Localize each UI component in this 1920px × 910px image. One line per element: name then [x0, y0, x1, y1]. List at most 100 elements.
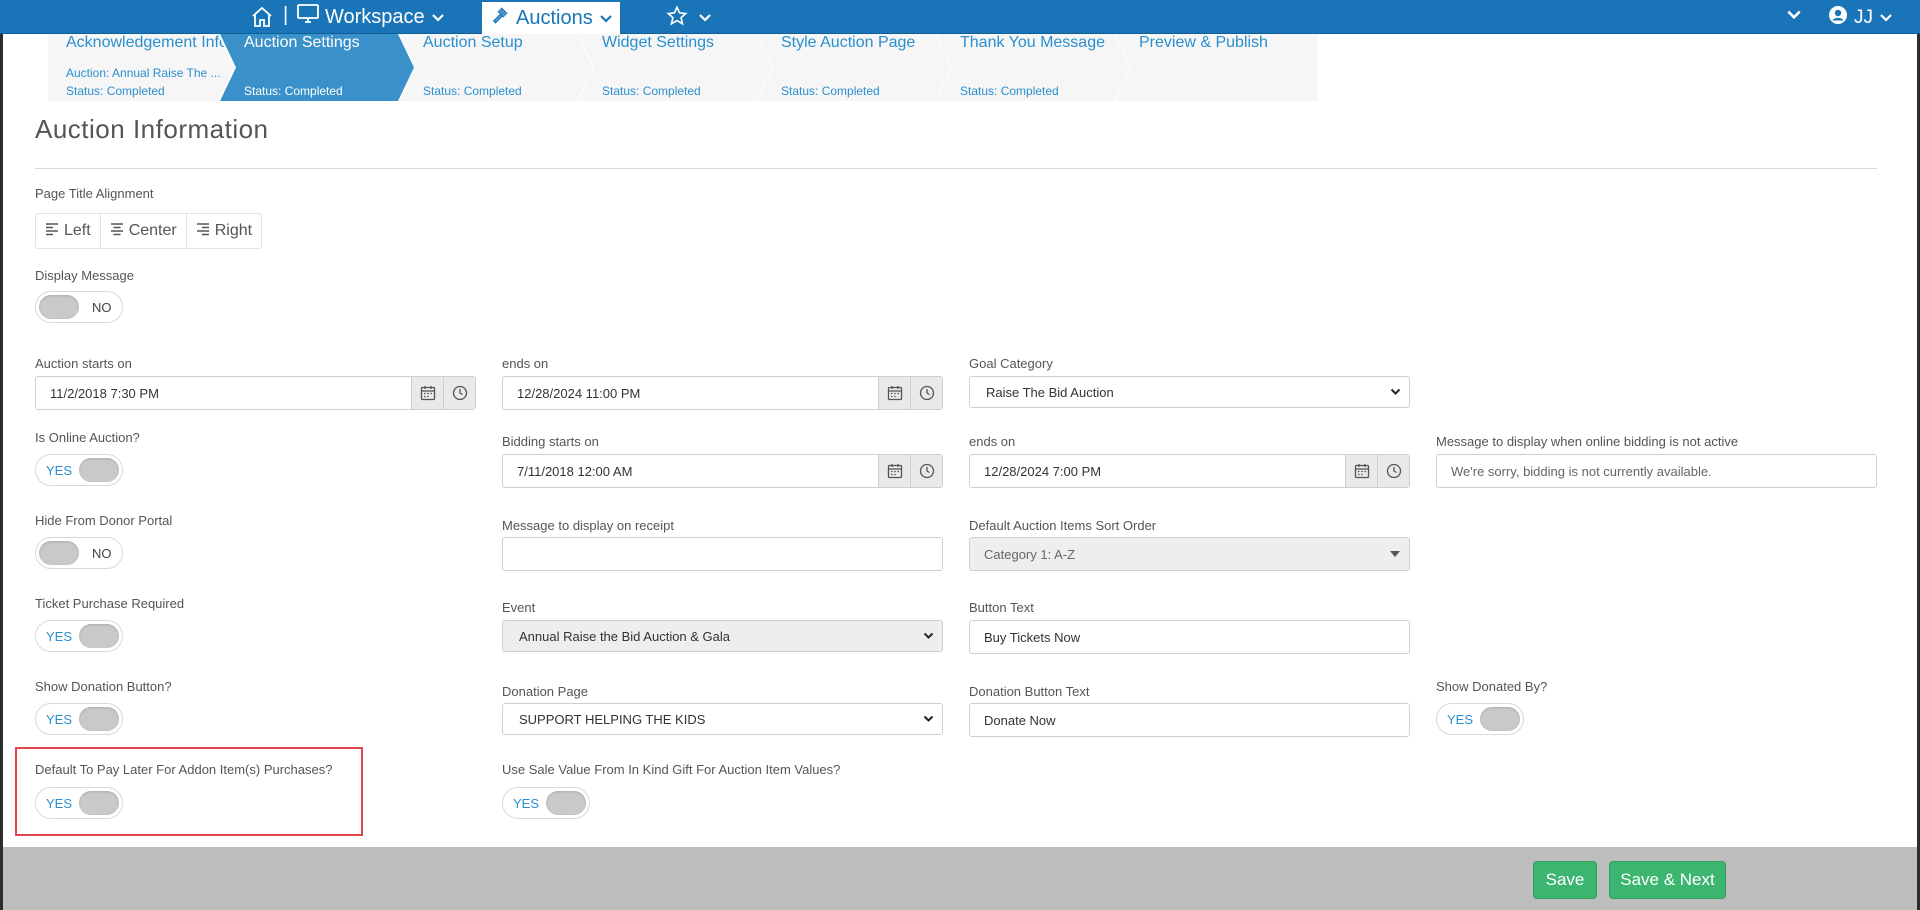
inactive-message-input[interactable]: We're sorry, bidding is not currently av… [1436, 454, 1877, 488]
show-donated-by-toggle[interactable]: YES [1436, 703, 1524, 735]
step-title: Style Auction Page [781, 34, 916, 51]
donation-button-text-label: Donation Button Text [969, 684, 1090, 699]
bidding-ends-value: 12/28/2024 7:00 PM [984, 463, 1102, 479]
step-title: Auction Settings [244, 34, 360, 51]
step-widget-settings[interactable]: Widget Settings Status: Completed [578, 34, 772, 101]
calendar-icon[interactable] [411, 377, 443, 409]
step-status: Status: Completed [781, 84, 880, 98]
goal-category-label: Goal Category [969, 356, 1053, 371]
is-online-auction-toggle[interactable]: YES [35, 454, 123, 486]
is-online-auction-label: Is Online Auction? [35, 430, 140, 445]
clock-icon[interactable] [1377, 455, 1409, 487]
pay-later-toggle[interactable]: YES [35, 787, 123, 819]
chevron-down-icon [599, 7, 613, 30]
toggle-knob [79, 791, 119, 815]
home-icon[interactable] [250, 5, 274, 29]
toggle-state: YES [513, 796, 540, 811]
toggle-state: NO [92, 300, 112, 315]
workspace-label: Workspace [325, 5, 425, 28]
step-title: Auction Setup [423, 34, 523, 51]
sale-value-in-kind-toggle[interactable]: YES [502, 787, 590, 819]
user-menu[interactable]: JJ [1828, 5, 1893, 31]
inactive-message-placeholder: We're sorry, bidding is not currently av… [1451, 463, 1712, 479]
section-divider [35, 168, 1877, 169]
section-title: Auction Information [35, 114, 269, 144]
toggle-state: NO [92, 546, 112, 561]
hide-from-donor-portal-toggle[interactable]: NO [35, 537, 123, 569]
auctions-menu[interactable]: Auctions [482, 2, 620, 34]
button-text-value: Buy Tickets Now [984, 629, 1081, 645]
donation-page-value: SUPPORT HELPING THE KIDS [519, 711, 706, 727]
align-center-button[interactable]: Center [101, 214, 187, 248]
calendar-icon[interactable] [878, 377, 910, 409]
align-left-button[interactable]: Left [36, 214, 101, 248]
show-donation-button-label: Show Donation Button? [35, 679, 172, 694]
step-auction-setup[interactable]: Auction Setup Status: Completed [399, 34, 593, 101]
toggle-knob [39, 295, 79, 319]
display-message-label: Display Message [35, 268, 134, 283]
user-initials: JJ [1854, 7, 1873, 28]
step-acknowledgement-info[interactable]: Acknowledgement Info Auction: Annual Rai… [48, 34, 234, 101]
nav-separator: | [283, 4, 289, 26]
monitor-icon [297, 4, 319, 30]
donation-page-label: Donation Page [502, 684, 589, 699]
auction-starts-field[interactable]: 11/2/2018 7:30 PM [35, 376, 476, 410]
auction-ends-field[interactable]: 12/28/2024 11:00 PM [502, 376, 943, 410]
show-donation-button-toggle[interactable]: YES [35, 703, 123, 735]
toggle-state: YES [46, 796, 73, 811]
clock-icon[interactable] [910, 455, 942, 487]
toggle-state: YES [46, 629, 73, 644]
show-donated-by-label: Show Donated By? [1436, 679, 1548, 694]
display-message-toggle[interactable]: NO [35, 291, 123, 323]
user-circle-icon [1828, 5, 1848, 31]
receipt-message-input[interactable] [502, 537, 943, 571]
receipt-message-label: Message to display on receipt [502, 518, 674, 533]
inactive-message-label: Message to display when online bidding i… [1436, 434, 1739, 449]
bidding-starts-field[interactable]: 7/11/2018 12:00 AM [502, 454, 943, 488]
clock-icon[interactable] [443, 377, 475, 409]
top-navigation-bar: | Workspace Auctions JJ [0, 0, 1920, 34]
button-text-label: Button Text [969, 600, 1034, 615]
chevron-down-icon[interactable] [1786, 8, 1802, 26]
auction-starts-label: Auction starts on [35, 356, 132, 371]
goal-category-select[interactable]: Raise The Bid Auction [969, 376, 1410, 408]
calendar-icon[interactable] [878, 455, 910, 487]
chevron-down-icon [1879, 7, 1893, 29]
step-status: Status: Completed [602, 84, 701, 98]
favorites-menu[interactable] [666, 5, 712, 32]
bidding-ends-field[interactable]: 12/28/2024 7:00 PM [969, 454, 1410, 488]
toggle-knob [79, 624, 119, 648]
step-thank-you-message[interactable]: Thank You Message Status: Completed [936, 34, 1130, 101]
star-icon [666, 5, 688, 32]
hide-from-donor-portal-label: Hide From Donor Portal [35, 513, 173, 528]
step-title: Preview & Publish [1139, 34, 1268, 51]
align-right-button[interactable]: Right [187, 214, 261, 248]
step-status: Status: Completed [423, 84, 522, 98]
step-preview-publish[interactable]: Preview & Publish [1115, 34, 1318, 101]
step-style-auction-page[interactable]: Style Auction Page Status: Completed [757, 34, 951, 101]
workspace-menu[interactable]: Workspace [297, 4, 445, 30]
save-next-button[interactable]: Save & Next [1609, 861, 1726, 899]
clock-icon[interactable] [910, 377, 942, 409]
sort-order-select[interactable]: Category 1: A-Z [969, 537, 1410, 571]
caret-down-icon [1381, 550, 1409, 558]
toggle-knob [79, 458, 119, 482]
page-title-alignment-label: Page Title Alignment [35, 186, 154, 201]
toggle-knob [546, 791, 586, 815]
chevron-down-icon [914, 715, 942, 723]
save-button[interactable]: Save [1533, 861, 1597, 899]
align-right-label: Right [214, 222, 253, 239]
button-text-input[interactable]: Buy Tickets Now [969, 620, 1410, 654]
align-left-icon [45, 222, 59, 241]
donation-page-select[interactable]: SUPPORT HELPING THE KIDS [502, 703, 943, 735]
chevron-down-icon [1381, 388, 1409, 396]
step-title: Widget Settings [602, 34, 715, 51]
calendar-icon[interactable] [1345, 455, 1377, 487]
donation-button-text-input[interactable]: Donate Now [969, 703, 1410, 737]
ticket-purchase-required-toggle[interactable]: YES [35, 620, 123, 652]
toggle-knob [39, 541, 79, 565]
action-footer: Save Save & Next [3, 847, 1917, 910]
event-label: Event [502, 600, 536, 615]
step-auction-settings[interactable]: Auction Settings Status: Completed [220, 34, 414, 101]
event-select[interactable]: Annual Raise the Bid Auction & Gala [502, 620, 943, 652]
